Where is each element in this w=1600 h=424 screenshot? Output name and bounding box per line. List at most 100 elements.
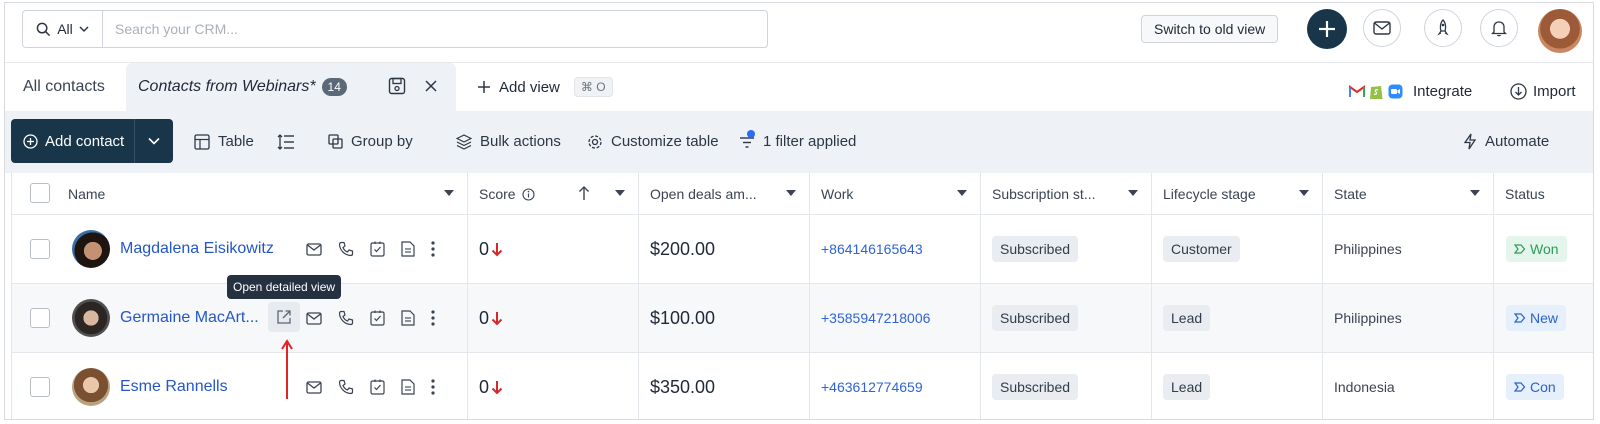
rocket-icon <box>1437 19 1449 36</box>
select-all-checkbox[interactable] <box>30 183 50 203</box>
search-scope-dropdown[interactable]: All <box>23 11 103 47</box>
table-row[interactable]: Esme Rannells 0 $350.00 +463612774659 Su… <box>12 353 1593 419</box>
score-cell: 0 <box>468 284 639 352</box>
info-icon[interactable] <box>522 187 535 201</box>
table-label: Table <box>218 133 254 150</box>
count-badge: 14 <box>321 78 347 96</box>
arrow-down-icon <box>491 312 503 326</box>
work-cell: +864146165643 <box>810 215 981 283</box>
phone-icon[interactable] <box>338 379 354 395</box>
caret-down-icon[interactable] <box>1298 189 1310 197</box>
column-label: Status <box>1505 186 1545 202</box>
more-vertical-icon[interactable] <box>431 379 435 395</box>
caret-down-icon[interactable] <box>956 189 968 197</box>
add-contact-button[interactable]: Add contact <box>11 119 135 163</box>
score-cell: 0 <box>468 353 639 419</box>
lifecycle-badge: Lead <box>1163 374 1211 400</box>
chevron-down-icon <box>148 137 160 145</box>
table-header: Name Score Open deals am... Work Subscri… <box>12 173 1593 215</box>
row-checkbox[interactable] <box>30 308 50 328</box>
save-icon[interactable] <box>388 77 406 95</box>
phone-icon[interactable] <box>338 241 354 257</box>
column-header-score[interactable]: Score <box>468 173 639 215</box>
import-label: Import <box>1533 83 1576 100</box>
tab-label: Contacts from Webinars* <box>138 78 316 95</box>
work-phone-link[interactable]: +463612774659 <box>821 379 923 395</box>
note-icon[interactable] <box>401 241 415 257</box>
status-cell: New <box>1494 284 1593 352</box>
caret-down-icon[interactable] <box>1127 189 1139 197</box>
arrow-down-icon <box>491 381 503 395</box>
mail-icon[interactable] <box>306 311 322 325</box>
plus-circle-icon <box>23 133 38 149</box>
customize-table-button[interactable]: Customize table <box>587 133 719 150</box>
tab-contacts-from-webinars[interactable]: Contacts from Webinars* 14 <box>126 63 456 111</box>
search-input[interactable] <box>103 11 767 47</box>
column-header-subscription[interactable]: Subscription st... <box>981 173 1152 215</box>
automate-button[interactable]: Automate <box>1463 133 1549 150</box>
column-header-name[interactable]: Name <box>12 173 468 215</box>
mail-button[interactable] <box>1363 9 1401 47</box>
mail-icon[interactable] <box>306 242 322 256</box>
create-new-button[interactable] <box>1307 9 1347 49</box>
stage-icon <box>1514 382 1526 392</box>
rocket-button[interactable] <box>1424 9 1462 47</box>
switch-to-old-view-button[interactable]: Switch to old view <box>1141 15 1279 43</box>
work-phone-link[interactable]: +864146165643 <box>821 241 923 257</box>
more-vertical-icon[interactable] <box>431 241 435 257</box>
deal-amount: $100.00 <box>650 307 716 328</box>
state-value: Philippines <box>1334 241 1402 257</box>
work-phone-link[interactable]: +3585947218006 <box>821 310 930 326</box>
column-header-lifecycle[interactable]: Lifecycle stage <box>1152 173 1323 215</box>
mail-icon[interactable] <box>306 380 322 394</box>
table-row[interactable]: Magdalena Eisikowitz 0 $200.00 +86414616… <box>12 215 1593 284</box>
close-icon[interactable] <box>424 79 438 93</box>
automate-label: Automate <box>1485 133 1550 150</box>
phone-icon[interactable] <box>338 310 354 326</box>
row-height-button[interactable] <box>277 133 295 151</box>
state-cell: Philippines <box>1323 215 1494 283</box>
open-detailed-view-button[interactable] <box>268 302 300 332</box>
add-view-button[interactable]: Add view ⌘ O <box>477 77 613 97</box>
table-view-button[interactable]: Table <box>194 133 254 150</box>
more-vertical-icon[interactable] <box>431 310 435 326</box>
group-by-button[interactable]: Group by <box>328 133 413 150</box>
lifecycle-cell: Lead <box>1152 284 1323 352</box>
status-label: New <box>1530 310 1559 326</box>
state-value: Philippines <box>1334 310 1402 326</box>
table-toolbar: Add contact Table Group by Bulk actions … <box>5 111 1593 173</box>
user-avatar[interactable] <box>1538 9 1582 53</box>
caret-down-icon[interactable] <box>785 189 797 197</box>
caret-down-icon[interactable] <box>1469 189 1481 197</box>
contact-name-link[interactable]: Magdalena Eisikowitz <box>120 240 274 258</box>
filter-button[interactable]: 1 filter applied <box>739 129 856 150</box>
column-header-state[interactable]: State <box>1323 173 1494 215</box>
note-icon[interactable] <box>401 379 415 395</box>
task-icon[interactable] <box>370 241 385 257</box>
task-icon[interactable] <box>370 310 385 326</box>
row-checkbox[interactable] <box>30 239 50 259</box>
status-label: Con <box>1530 379 1556 395</box>
score-value: 0 <box>479 307 490 328</box>
tab-all-contacts[interactable]: All contacts <box>23 78 105 96</box>
column-header-open-deals[interactable]: Open deals am... <box>639 173 810 215</box>
task-icon[interactable] <box>370 379 385 395</box>
integrate-button[interactable]: Integrate <box>1349 83 1472 100</box>
plus-icon <box>478 81 490 93</box>
caret-down-icon[interactable] <box>443 189 455 197</box>
notifications-button[interactable] <box>1480 9 1518 47</box>
annotation-arrow-icon <box>281 339 293 399</box>
row-checkbox[interactable] <box>30 377 50 397</box>
contact-name-link[interactable]: Esme Rannells <box>120 378 228 396</box>
import-button[interactable]: Import <box>1510 83 1576 100</box>
search-bar: All <box>22 10 768 48</box>
sort-ascending-icon[interactable] <box>578 185 590 201</box>
add-contact-dropdown[interactable] <box>135 137 173 145</box>
table-icon <box>194 133 210 150</box>
column-header-work[interactable]: Work <box>810 173 981 215</box>
column-header-status[interactable]: Status <box>1494 173 1593 215</box>
contact-name-link[interactable]: Germaine MacArt... <box>120 309 259 327</box>
note-icon[interactable] <box>401 310 415 326</box>
bulk-actions-button[interactable]: Bulk actions <box>456 133 561 150</box>
caret-down-icon[interactable] <box>614 189 626 197</box>
